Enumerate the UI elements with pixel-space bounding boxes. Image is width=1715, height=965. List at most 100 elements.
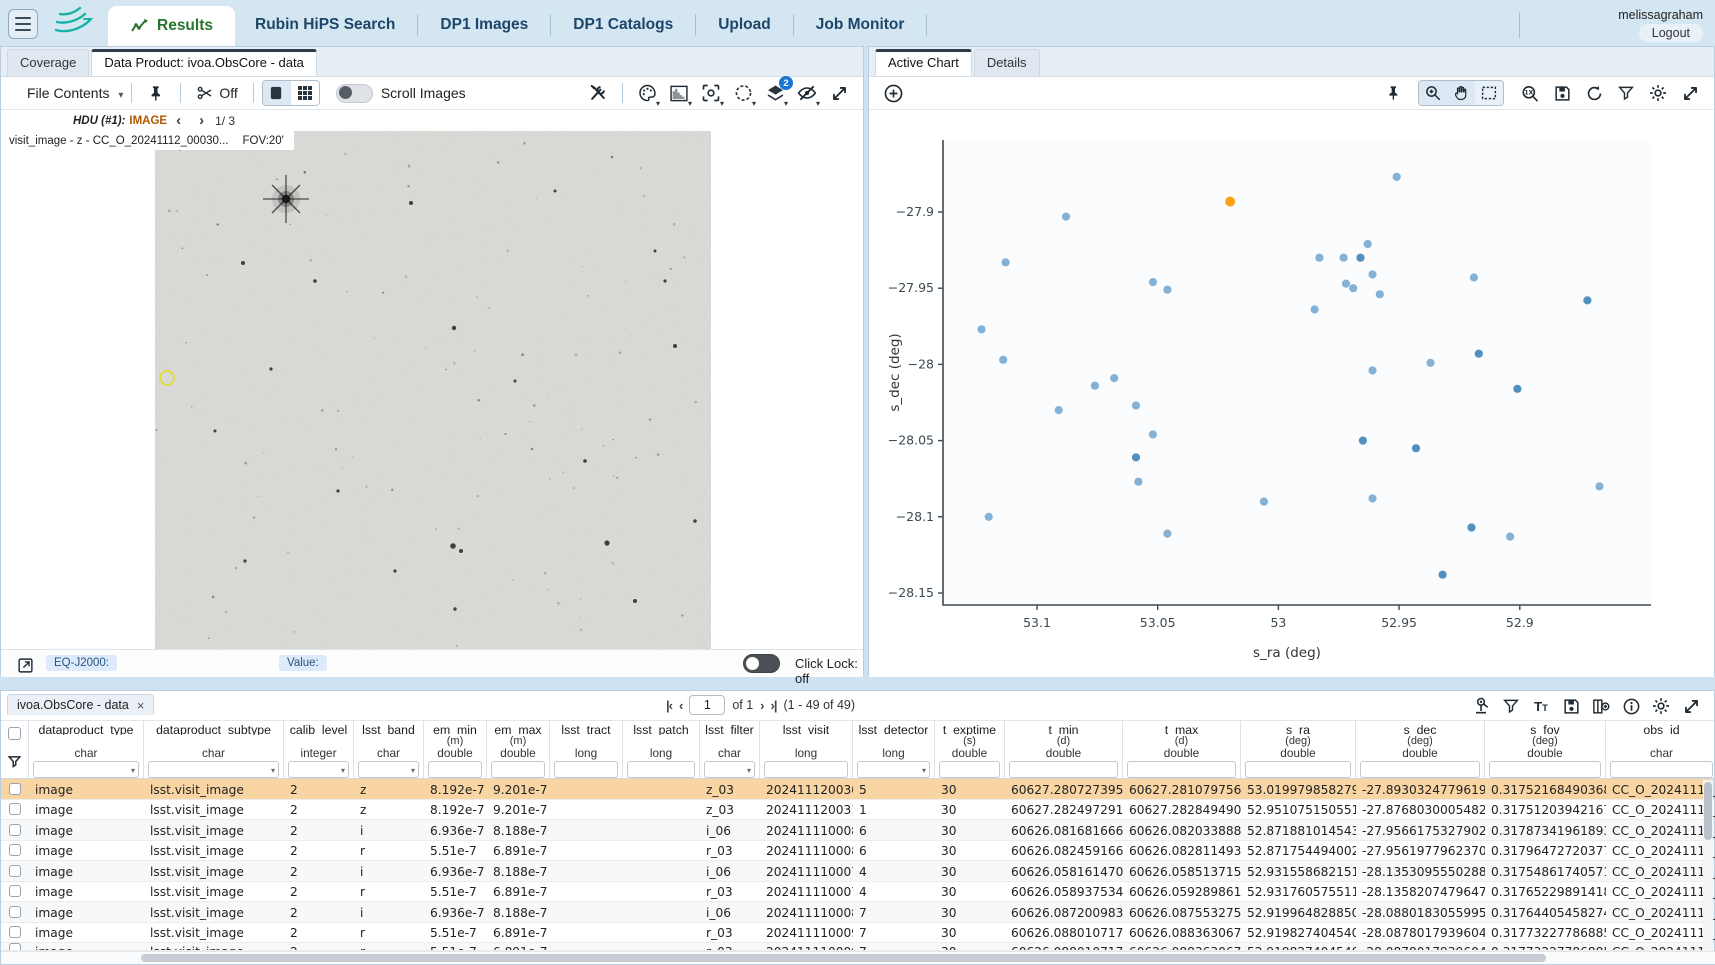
tab-dp1-images[interactable]: DP1 Images	[420, 5, 548, 46]
table-cell[interactable]: 5.51e-7	[424, 924, 487, 940]
table-cell[interactable]: 52.87188101454338	[1241, 822, 1356, 838]
table-cell[interactable]: 60626.082811493055	[1123, 842, 1241, 858]
table-cell[interactable]: 60626.059289861114	[1123, 883, 1241, 899]
table-cell[interactable]: CC_O_20241111_0	[1606, 904, 1715, 920]
table-cell[interactable]: 4	[853, 883, 935, 899]
table-row[interactable]: imagelsst.visit_image2r5.51e-76.891e-7r_…	[1, 923, 1714, 944]
table-cell[interactable]: 30	[935, 801, 1005, 817]
table-cell[interactable]: r_03	[700, 842, 760, 858]
table-cell[interactable]: r	[354, 883, 424, 899]
column-filter-input[interactable]: ▾	[704, 761, 755, 778]
expand-readout-button[interactable]	[12, 652, 38, 678]
table-cell[interactable]: 6.936e-7	[424, 822, 487, 838]
table-cell[interactable]: r_03	[700, 883, 760, 899]
scatter-point[interactable]	[1470, 273, 1478, 281]
table-cell[interactable]: lsst.visit_image	[144, 801, 284, 817]
row-checkbox[interactable]	[9, 885, 21, 897]
stretch-histogram-button[interactable]: ▾	[666, 80, 692, 106]
table-row[interactable]: imagelsst.visit_image2i6.936e-78.188e-7i…	[1, 861, 1714, 882]
table-cell[interactable]: 2	[284, 822, 354, 838]
table-cell[interactable]: 7	[853, 943, 935, 951]
add-column-button[interactable]	[1589, 694, 1613, 718]
prev-page-button[interactable]: ‹	[679, 698, 682, 713]
hdu-next-button[interactable]: ›	[199, 113, 204, 128]
column-header-s_fov[interactable]: s_fov(deg)double	[1485, 721, 1606, 778]
table-cell[interactable]: CC_O_20241111_0	[1606, 842, 1715, 858]
table-cell[interactable]: 6.891e-7	[487, 842, 550, 858]
column-filter-input[interactable]	[1245, 761, 1351, 778]
table-cell[interactable]: 52.87175449400273	[1241, 842, 1356, 858]
table-cell[interactable]: 8.188e-7	[487, 863, 550, 879]
table-cell[interactable]: 60626.08836306713	[1123, 943, 1241, 951]
table-cell[interactable]: r_03	[700, 924, 760, 940]
close-icon[interactable]: ×	[137, 699, 145, 712]
table-cell[interactable]: 8.192e-7	[424, 781, 487, 797]
table-cell[interactable]	[623, 829, 700, 831]
cutout-toggle-button[interactable]: Off	[192, 80, 241, 106]
table-cell[interactable]: r	[354, 943, 424, 951]
table-cell[interactable]	[623, 870, 700, 872]
table-cell[interactable]: 60626.088010717656	[1005, 924, 1123, 940]
column-header-t_min[interactable]: t_min(d)double	[1005, 721, 1123, 778]
table-cell[interactable]: image	[29, 863, 144, 879]
hide-overlays-button[interactable]: ▾	[794, 80, 820, 106]
table-cell[interactable]: r_03	[700, 943, 760, 951]
table-cell[interactable]	[623, 943, 700, 945]
column-header-s_dec[interactable]: s_dec(deg)double	[1356, 721, 1485, 778]
table-settings-button[interactable]	[1649, 694, 1673, 718]
table-cell[interactable]: 52.93155868215162	[1241, 863, 1356, 879]
table-cell[interactable]: image	[29, 924, 144, 940]
row-checkbox[interactable]	[9, 803, 21, 815]
column-filter-input[interactable]: ▾	[288, 761, 349, 778]
select-all-checkbox[interactable]	[8, 727, 21, 740]
scatter-point[interactable]	[1439, 571, 1447, 579]
table-row[interactable]: imagelsst.visit_image2i6.936e-78.188e-7i…	[1, 902, 1714, 923]
table-cell[interactable]: i_06	[700, 822, 760, 838]
table-cell[interactable]: 60627.28284949074	[1123, 801, 1241, 817]
table-cell[interactable]: 0.31754861740571066	[1485, 863, 1606, 879]
table-cell[interactable]: 2024111100089	[760, 904, 853, 920]
column-filter-input[interactable]	[1360, 761, 1480, 778]
table-cell[interactable]: 2	[284, 904, 354, 920]
scatter-point[interactable]	[1475, 350, 1483, 358]
table-row[interactable]: imagelsst.visit_image2r5.51e-76.891e-7r_…	[1, 882, 1714, 903]
table-row[interactable]: imagelsst.visit_image2r5.51e-76.891e-7r_…	[1, 841, 1714, 862]
scatter-point[interactable]	[1359, 437, 1367, 445]
table-cell[interactable]: lsst.visit_image	[144, 863, 284, 879]
table-cell[interactable]: image	[29, 842, 144, 858]
table-cell[interactable]: 2	[284, 842, 354, 858]
column-filter-input[interactable]: ▾	[148, 761, 279, 778]
table-cell[interactable]: 4	[853, 863, 935, 879]
table-cell[interactable]: 2	[284, 943, 354, 951]
table-cell[interactable]: 6.891e-7	[487, 943, 550, 951]
column-filter-input[interactable]	[1009, 761, 1118, 778]
column-header-lsst_band[interactable]: lsst_band char▾	[354, 721, 424, 778]
table-cell[interactable]: i	[354, 904, 424, 920]
table-cell[interactable]: image	[29, 904, 144, 920]
table-cell[interactable]: CC_O_20241111_0	[1606, 863, 1715, 879]
scatter-point[interactable]	[1342, 280, 1350, 288]
pin-chart-button[interactable]	[1381, 80, 1407, 106]
chart-settings-button[interactable]	[1645, 80, 1671, 106]
coordinate-readout[interactable]: EQ-J2000:	[46, 655, 117, 671]
table-cell[interactable]: CC_O_20241112_0	[1606, 801, 1715, 817]
column-filter-input[interactable]: ▾	[358, 761, 419, 778]
table-cell[interactable]	[550, 829, 623, 831]
column-header-t_exptime[interactable]: t_exptime(s)double	[935, 721, 1005, 778]
table-cell[interactable]: 2024111100074	[760, 863, 853, 879]
expand-chart-button[interactable]	[1677, 80, 1703, 106]
table-cell[interactable]: 52.91996482885089	[1241, 904, 1356, 920]
table-cell[interactable]	[550, 870, 623, 872]
hdu-prev-button[interactable]: ‹	[176, 113, 181, 128]
table-cell[interactable]: 60627.28107975695	[1123, 781, 1241, 797]
table-cell[interactable]: 2024111200307	[760, 781, 853, 797]
table-cell[interactable]: CC_O_20241111_0	[1606, 924, 1715, 940]
scatter-point[interactable]	[1340, 254, 1348, 262]
save-chart-button[interactable]	[1549, 80, 1575, 106]
row-checkbox[interactable]	[9, 906, 21, 918]
table-cell[interactable]: CC_O_20241112_0	[1606, 781, 1715, 797]
scatter-point[interactable]	[1149, 278, 1157, 286]
column-filter-input[interactable]	[491, 761, 545, 778]
tab-details[interactable]: Details	[974, 49, 1040, 76]
table-cell[interactable]: 2	[284, 863, 354, 879]
